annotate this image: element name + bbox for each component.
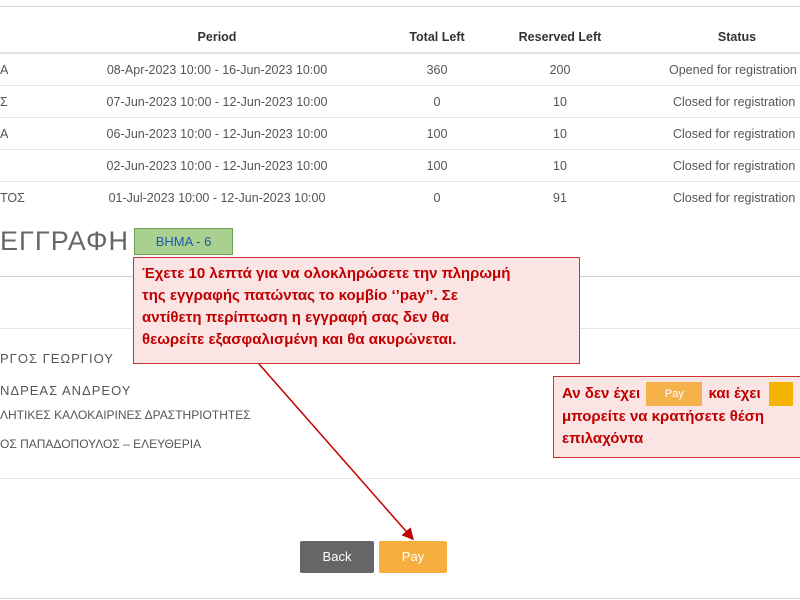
participant-name: ΡΓΟΣ ΓΕΩΡΓΙΟΥ	[0, 351, 114, 366]
callout-line: Έχετε 10 λεπτά για να ολοκληρώσετε την π…	[142, 265, 511, 282]
row-reserved-left: 10	[553, 127, 567, 141]
callout-line: επιλαχόντα	[562, 430, 644, 447]
row-period: 01-Jul-2023 10:00 - 12-Jun-2023 10:00	[108, 191, 326, 205]
payment-instruction-callout: Έχετε 10 λεπτά για να ολοκληρώσετε την π…	[133, 257, 580, 364]
row-reserved-left: 10	[553, 95, 567, 109]
row-total-left: 100	[426, 127, 448, 141]
header-total-left: Total Left	[409, 30, 465, 44]
callout-line: θεωρείτε εξασφαλισμένη και θα ακυρώνεται…	[142, 331, 457, 348]
waitlist-callout: Αν δεν έχει Pay και έχει μπορείτε να κρα…	[553, 376, 800, 458]
table-row[interactable]: Σ 07-Jun-2023 10:00 - 12-Jun-2023 10:00 …	[0, 86, 800, 118]
row-period: 02-Jun-2023 10:00 - 12-Jun-2023 10:00	[106, 159, 328, 173]
pay-button-illustration: Pay	[646, 382, 703, 406]
callout-text: και έχει	[708, 384, 761, 402]
top-divider	[0, 6, 800, 7]
back-button[interactable]: Back	[300, 541, 374, 573]
step-badge: ΒΗΜΑ - 6	[134, 228, 233, 255]
section-divider	[0, 478, 800, 479]
row-period: 06-Jun-2023 10:00 - 12-Jun-2023 10:00	[106, 127, 328, 141]
callout-text: Αν δεν έχει	[562, 384, 641, 402]
row-name: Σ	[0, 95, 8, 109]
row-name: Α	[0, 63, 9, 77]
table-row[interactable]: Α 08-Apr-2023 10:00 - 16-Jun-2023 10:00 …	[0, 54, 800, 86]
table-row[interactable]: 02-Jun-2023 10:00 - 12-Jun-2023 10:00 10…	[0, 150, 800, 182]
row-total-left: 360	[426, 63, 448, 77]
row-period: 07-Jun-2023 10:00 - 12-Jun-2023 10:00	[106, 95, 328, 109]
row-reserved-left: 10	[553, 159, 567, 173]
row-status: Opened for registration	[669, 63, 797, 77]
header-status: Status	[717, 30, 757, 44]
callout-line: αντίθετη περίπτωση η εγγραφή σας δεν θα	[142, 309, 449, 326]
row-name: ΤΟΣ	[0, 191, 25, 205]
participant-name: ΝΔΡΕΑΣ ΑΝΔΡΕΟΥ	[0, 383, 132, 398]
bottom-divider	[0, 598, 800, 599]
row-period: 08-Apr-2023 10:00 - 16-Jun-2023 10:00	[106, 63, 328, 77]
header-period: Period	[197, 30, 237, 44]
row-reserved-left: 91	[553, 191, 567, 205]
row-reserved-left: 200	[549, 63, 571, 77]
row-status: Closed for registration	[673, 159, 796, 173]
row-total-left: 100	[426, 159, 448, 173]
row-status: Closed for registration	[673, 95, 796, 109]
row-status: Closed for registration	[673, 127, 796, 141]
table-row[interactable]: Α 06-Jun-2023 10:00 - 12-Jun-2023 10:00 …	[0, 118, 800, 150]
row-name: Α	[0, 127, 9, 141]
row-total-left: 0	[433, 95, 441, 109]
table-header: Period Total Left Reserved Left Status	[0, 22, 800, 54]
participant-activity: ΛΗΤΙΚΕΣ ΚΑΛΟΚΑΙΡΙΝΕΣ ΔΡΑΣΤΗΡΙΟΤΗΤΕΣ	[0, 408, 251, 422]
callout-line: της εγγραφής πατώντας το κομβίο ‘’pay’’.…	[142, 287, 458, 304]
row-total-left: 0	[433, 191, 441, 205]
pay-button[interactable]: Pay	[379, 541, 447, 573]
color-swatch	[768, 382, 793, 406]
table-row[interactable]: ΤΟΣ 01-Jul-2023 10:00 - 12-Jun-2023 10:0…	[0, 182, 800, 213]
header-reserved-left: Reserved Left	[518, 30, 602, 44]
row-status: Closed for registration	[673, 191, 796, 205]
callout-line: μπορείτε να κρατήσετε θέση	[562, 408, 765, 425]
participant-activity: ΟΣ ΠΑΠΑΔΟΠΟΥΛΟΣ – ΕΛΕΥΘΕΡΙΑ	[0, 437, 202, 451]
sessions-table: Period Total Left Reserved Left Status Α…	[0, 22, 800, 213]
registration-heading: ΕΓΓΡΑΦΗ	[0, 226, 130, 256]
